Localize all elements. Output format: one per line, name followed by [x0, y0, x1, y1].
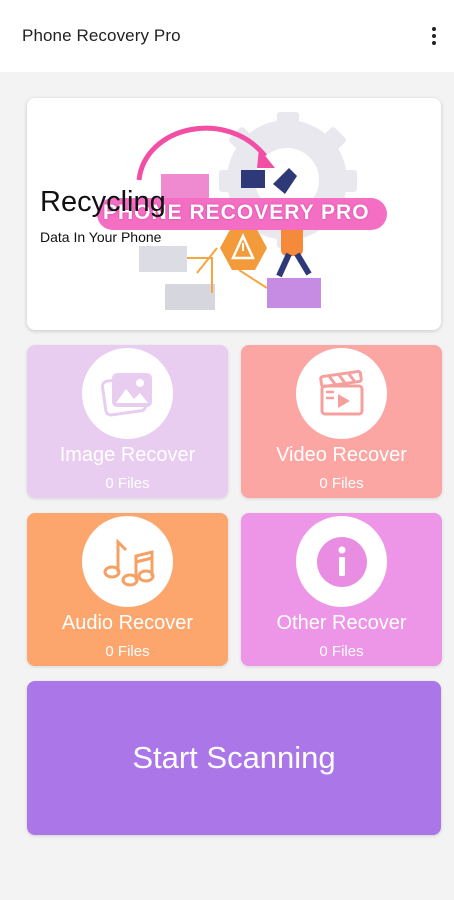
more-vert-icon[interactable]: [420, 20, 448, 52]
tile-label: Audio Recover: [61, 612, 194, 634]
music-note-icon: [82, 516, 173, 607]
info-icon: [296, 516, 387, 607]
tile-count: 0 Files: [105, 643, 150, 660]
tile-count: 0 Files: [105, 475, 150, 492]
tile-label: Video Recover: [276, 444, 407, 466]
app-title: Phone Recovery Pro: [22, 26, 181, 45]
image-recover-tile[interactable]: Image Recover 0 Files: [27, 345, 228, 498]
tile-count: 0 Files: [319, 475, 364, 492]
video-recover-tile[interactable]: Video Recover 0 Files: [241, 345, 442, 498]
promo-banner: PHONE RECOVERY PRO Recycling Data In You…: [27, 98, 441, 330]
audio-recover-tile[interactable]: Audio Recover 0 Files: [27, 513, 228, 666]
tile-label: Image Recover: [59, 444, 196, 466]
start-scanning-button[interactable]: Start Scanning: [27, 681, 441, 835]
app-bar: Phone Recovery Pro: [0, 0, 454, 72]
tile-count: 0 Files: [319, 643, 364, 660]
banner-subtitle: Data In Your Phone: [40, 229, 162, 245]
image-icon: [82, 348, 173, 439]
other-recover-tile[interactable]: Other Recover 0 Files: [241, 513, 442, 666]
tile-label: Other Recover: [276, 612, 407, 634]
banner-title: Recycling: [40, 186, 166, 218]
clapperboard-icon: [296, 348, 387, 439]
